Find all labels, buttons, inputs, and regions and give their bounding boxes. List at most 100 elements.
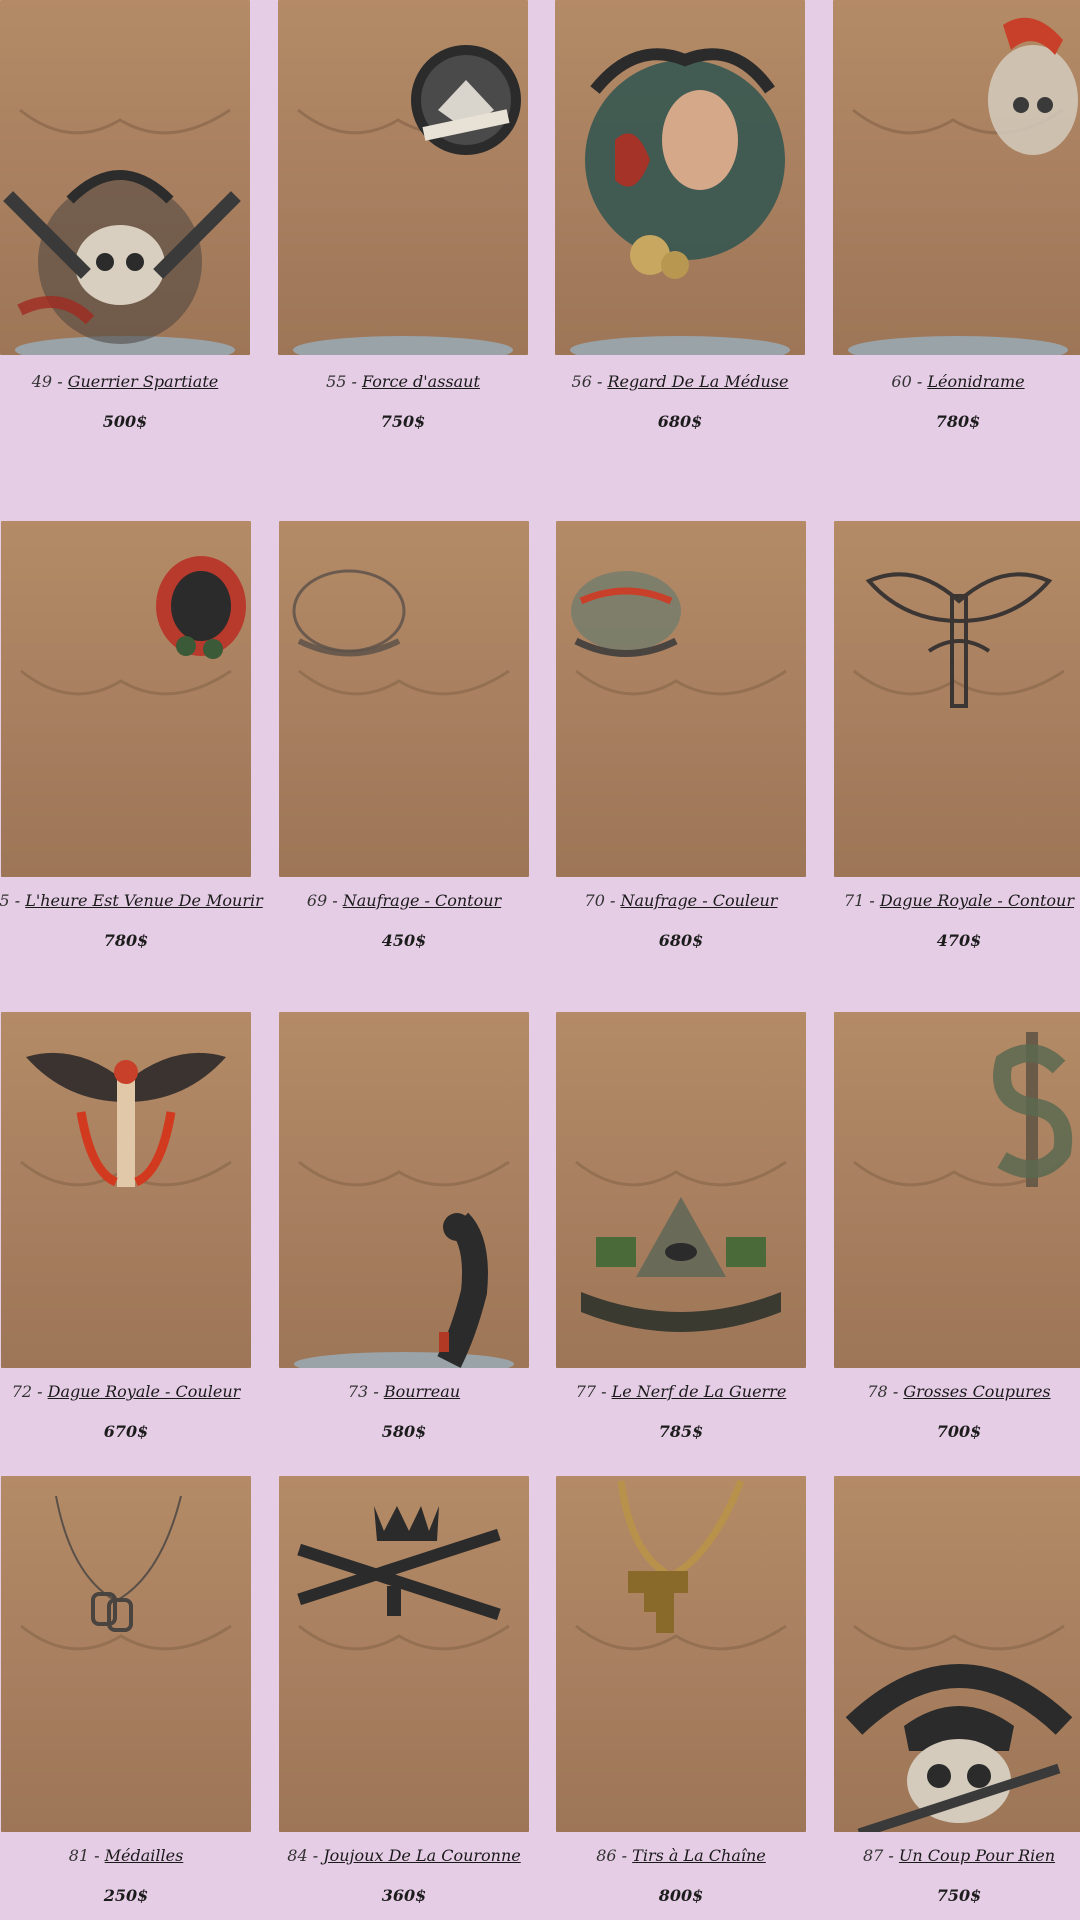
tattoo-number: 55: [326, 372, 347, 391]
tattoo-name-link[interactable]: Bourreau: [384, 1382, 460, 1401]
tattoo-photo[interactable]: [279, 1476, 529, 1832]
caption-separator: -: [864, 891, 880, 910]
tattoo-photo[interactable]: [556, 521, 806, 877]
tattoo-card[interactable]: 55 - Force d'assaut 750$: [278, 0, 528, 431]
tattoo-photo[interactable]: [556, 1476, 806, 1832]
tattoo-price: 450$: [381, 931, 427, 950]
tattoo-name-link[interactable]: Dague Royale - Contour: [880, 891, 1074, 910]
tattoo-photo[interactable]: [834, 1476, 1080, 1832]
tattoo-name-link[interactable]: Joujoux De La Couronne: [323, 1846, 521, 1865]
tattoo-card[interactable]: 81 - Médailles 250$: [1, 1476, 251, 1905]
caption-separator: -: [9, 891, 26, 910]
tattoo-photo[interactable]: [1, 521, 251, 877]
caption-separator: -: [911, 372, 928, 391]
tattoo-caption: 65 - L'heure Est Venue De Mourir: [0, 891, 279, 910]
tattoo-name-link[interactable]: Tirs à La Chaîne: [632, 1846, 766, 1865]
tattoo-photo[interactable]: [1, 1012, 251, 1368]
tattoo-price: 360$: [381, 1886, 427, 1905]
tattoo-card[interactable]: 84 - Joujoux De La Couronne 360$: [279, 1476, 529, 1905]
tattoo-caption: 70 - Naufrage - Couleur: [528, 891, 834, 910]
caption-separator: -: [89, 1846, 105, 1865]
tattoo-card[interactable]: 56 - Regard De La Méduse 680$: [555, 0, 805, 431]
caption-separator: -: [52, 372, 68, 391]
tattoo-price: 785$: [658, 1422, 704, 1441]
tattoo-photo[interactable]: [833, 0, 1080, 355]
tattoo-photo[interactable]: [279, 1012, 529, 1368]
tattoo-caption: 78 - Grosses Coupures: [806, 1382, 1080, 1401]
tattoo-caption: 81 - Médailles: [0, 1846, 279, 1865]
tattoo-number: 56: [571, 372, 592, 391]
tattoo-photo[interactable]: [0, 0, 250, 355]
tattoo-number: 72: [11, 1382, 33, 1401]
tattoo-name-link[interactable]: Médailles: [105, 1846, 184, 1865]
tattoo-price: 750$: [936, 1886, 982, 1905]
tattoo-caption: 72 - Dague Royale - Couleur: [0, 1382, 279, 1401]
tattoo-card[interactable]: 60 - Léonidrame 780$: [833, 0, 1080, 431]
caption-separator: -: [307, 1846, 324, 1865]
tattoo-name-link[interactable]: Un Coup Pour Rien: [899, 1846, 1055, 1865]
tattoo-card[interactable]: 78 - Grosses Coupures 700$: [834, 1012, 1080, 1441]
tattoo-caption: 84 - Joujoux De La Couronne: [251, 1846, 557, 1865]
tattoo-name-link[interactable]: Léonidrame: [927, 372, 1024, 391]
caption-separator: -: [887, 1382, 904, 1401]
tattoo-photo[interactable]: [834, 1012, 1080, 1368]
caption-separator: -: [616, 1846, 633, 1865]
tattoo-price: 580$: [381, 1422, 427, 1441]
tattoo-name-link[interactable]: Naufrage - Contour: [343, 891, 501, 910]
tattoo-card[interactable]: 87 - Un Coup Pour Rien 750$: [834, 1476, 1080, 1905]
tattoo-number: 87: [862, 1846, 884, 1865]
caption-separator: -: [327, 891, 343, 910]
tattoo-price: 750$: [380, 412, 426, 431]
tattoo-price: 680$: [657, 412, 703, 431]
caption-separator: -: [591, 372, 608, 391]
tattoo-price: 250$: [103, 1886, 149, 1905]
tattoo-name-link[interactable]: L'heure Est Venue De Mourir: [25, 891, 263, 910]
tattoo-catalog-page: 49 - Guerrier Spartiate 500$ 55 - Force …: [0, 0, 1080, 1920]
tattoo-price: 680$: [658, 931, 704, 950]
tattoo-card[interactable]: 77 - Le Nerf de La Guerre 785$: [556, 1012, 806, 1441]
tattoo-name-link[interactable]: Grosses Coupures: [903, 1382, 1050, 1401]
tattoo-photo[interactable]: [278, 0, 528, 355]
tattoo-caption: 86 - Tirs à La Chaîne: [528, 1846, 834, 1865]
tattoo-number: 81: [68, 1846, 90, 1865]
tattoo-number: 78: [867, 1382, 888, 1401]
tattoo-number: 84: [287, 1846, 308, 1865]
tattoo-caption: 87 - Un Coup Pour Rien: [806, 1846, 1080, 1865]
caption-separator: -: [883, 1846, 899, 1865]
tattoo-photo[interactable]: [1, 1476, 251, 1832]
tattoo-number: 86: [596, 1846, 617, 1865]
tattoo-photo[interactable]: [279, 521, 529, 877]
tattoo-card[interactable]: 70 - Naufrage - Couleur 680$: [556, 521, 806, 950]
tattoo-number: 77: [575, 1382, 597, 1401]
tattoo-card[interactable]: 49 - Guerrier Spartiate 500$: [0, 0, 250, 431]
tattoo-price: 800$: [658, 1886, 704, 1905]
tattoo-name-link[interactable]: Naufrage - Couleur: [620, 891, 777, 910]
caption-separator: -: [368, 1382, 384, 1401]
tattoo-caption: 77 - Le Nerf de La Guerre: [528, 1382, 834, 1401]
tattoo-name-link[interactable]: Regard De La Méduse: [607, 372, 788, 391]
tattoo-name-link[interactable]: Force d'assaut: [362, 372, 480, 391]
tattoo-card[interactable]: 65 - L'heure Est Venue De Mourir 780$: [0, 521, 263, 950]
tattoo-card[interactable]: 69 - Naufrage - Contour 450$: [279, 521, 529, 950]
tattoo-number: 60: [891, 372, 912, 391]
tattoo-card[interactable]: 71 - Dague Royale - Contour 470$: [834, 521, 1080, 950]
caption-separator: -: [596, 1382, 612, 1401]
tattoo-name-link[interactable]: Le Nerf de La Guerre: [612, 1382, 787, 1401]
tattoo-price: 700$: [936, 1422, 982, 1441]
tattoo-card[interactable]: 86 - Tirs à La Chaîne 800$: [556, 1476, 806, 1905]
tattoo-card[interactable]: 72 - Dague Royale - Couleur 670$: [1, 1012, 251, 1441]
tattoo-number: 70: [584, 891, 605, 910]
tattoo-name-link[interactable]: Guerrier Spartiate: [68, 372, 219, 391]
tattoo-photo[interactable]: [834, 521, 1080, 877]
tattoo-price: 780$: [103, 931, 149, 950]
tattoo-caption: 69 - Naufrage - Contour: [251, 891, 557, 910]
tattoo-number: 73: [347, 1382, 369, 1401]
tattoo-price: 470$: [936, 931, 982, 950]
tattoo-caption: 56 - Regard De La Méduse: [527, 372, 833, 391]
tattoo-number: 69: [306, 891, 328, 910]
tattoo-photo[interactable]: [555, 0, 805, 355]
tattoo-photo[interactable]: [556, 1012, 806, 1368]
tattoo-card[interactable]: 73 - Bourreau 580$: [279, 1012, 529, 1441]
caption-separator: -: [32, 1382, 48, 1401]
tattoo-name-link[interactable]: Dague Royale - Couleur: [48, 1382, 241, 1401]
